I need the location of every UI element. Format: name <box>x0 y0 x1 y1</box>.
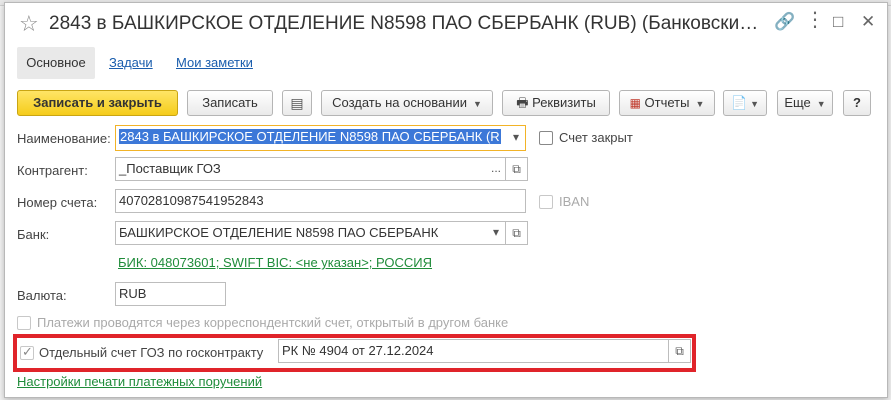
chevron-down-icon: ▼ <box>472 99 482 109</box>
bank-details-link[interactable]: БИК: 048073601; SWIFT BIC: <не указан>; … <box>118 255 432 270</box>
print-list-button[interactable]: ▤ <box>282 90 312 116</box>
requisites-label: Реквизиты <box>532 95 596 110</box>
currency-value: RUB <box>119 286 147 301</box>
open-counterparty-icon[interactable]: ⧉ <box>506 157 528 181</box>
chevron-down-icon: ▼ <box>816 99 826 109</box>
create-based-on-button[interactable]: Создать на основании ▼ <box>321 90 493 116</box>
name-label: Наименование: <box>17 131 111 146</box>
account-closed-checkbox[interactable] <box>539 131 553 145</box>
open-bank-icon[interactable]: ⧉ <box>506 221 528 245</box>
list-icon: ▤ <box>290 95 304 111</box>
window-title: 2843 в БАШКИРСКОЕ ОТДЕЛЕНИЕ N8598 ПАО СБ… <box>49 13 759 34</box>
printer-icon: 🖶 <box>516 95 529 110</box>
reports-button[interactable]: ▦ Отчеты ▼ <box>619 90 715 116</box>
window-restore-icon[interactable]: □ <box>833 13 843 30</box>
link-icon[interactable]: 🔗 <box>774 13 795 30</box>
select-dots-icon[interactable]: ... <box>487 158 505 180</box>
more-menu-icon[interactable]: ⋮ <box>805 10 825 30</box>
highlight-frame <box>13 334 696 372</box>
dropdown-arrow-icon[interactable]: ▾ <box>507 127 525 149</box>
correspondent-account-checkbox[interactable] <box>17 316 31 330</box>
tab-main[interactable]: Основное <box>17 47 95 79</box>
bank-input[interactable]: БАШКИРСКОЕ ОТДЕЛЕНИЕ N8598 ПАО СБЕРБАНК … <box>115 221 506 245</box>
more-button[interactable]: Еще ▼ <box>777 90 833 116</box>
chevron-down-icon: ▼ <box>695 99 705 109</box>
counterparty-input[interactable]: _Поставщик ГОЗ ... <box>115 157 506 181</box>
dropdown-arrow-icon[interactable]: ▾ <box>487 222 505 244</box>
title-bar: ☆ 2843 в БАШКИРСКОЕ ОТДЕЛЕНИЕ N8598 ПАО … <box>5 3 887 45</box>
bank-account-form-window: ☆ 2843 в БАШКИРСКОЕ ОТДЕЛЕНИЕ N8598 ПАО … <box>4 2 888 398</box>
counterparty-value: _Поставщик ГОЗ <box>119 161 221 176</box>
account-number-label: Номер счета: <box>17 195 98 210</box>
correspondent-account-label: Платежи проводятся через корреспондентск… <box>37 315 509 330</box>
account-number-input[interactable]: 40702810987541952843 <box>115 189 526 213</box>
iban-label: IBAN <box>559 194 590 209</box>
name-input[interactable]: 2843 в БАШКИРСКОЕ ОТДЕЛЕНИЕ N8598 ПАО СБ… <box>115 125 526 151</box>
more-label: Еще <box>784 95 811 110</box>
report-icon: ▦ <box>629 96 641 110</box>
attachments-button[interactable]: 📄 ▼ <box>723 90 767 116</box>
close-icon[interactable]: ✕ <box>861 13 875 30</box>
account-closed-label: Счет закрыт <box>559 130 633 145</box>
favorite-star-icon[interactable]: ☆ <box>19 13 39 35</box>
tab-tasks[interactable]: Задачи <box>109 47 153 79</box>
name-value: 2843 в БАШКИРСКОЕ ОТДЕЛЕНИЕ N8598 ПАО СБ… <box>119 129 501 144</box>
currency-input[interactable]: RUB <box>115 282 226 306</box>
tab-my-notes[interactable]: Мои заметки <box>176 47 253 79</box>
requisites-button[interactable]: 🖶 Реквизиты <box>502 90 610 116</box>
save-and-close-button[interactable]: Записать и закрыть <box>17 90 178 116</box>
currency-label: Валюта: <box>17 288 67 303</box>
counterparty-label: Контрагент: <box>17 163 88 178</box>
bank-value: БАШКИРСКОЕ ОТДЕЛЕНИЕ N8598 ПАО СБЕРБАНК <box>119 225 439 240</box>
reports-label: Отчеты <box>644 95 690 110</box>
payment-print-settings-link[interactable]: Настройки печати платежных поручений <box>17 374 262 389</box>
help-button[interactable]: ? <box>843 90 871 116</box>
save-button[interactable]: Записать <box>187 90 273 116</box>
bank-label: Банк: <box>17 227 50 242</box>
chevron-down-icon: ▼ <box>750 99 760 109</box>
iban-checkbox[interactable] <box>539 195 553 209</box>
create-based-on-label: Создать на основании <box>332 95 467 110</box>
account-number-value: 40702810987541952843 <box>119 193 264 208</box>
document-clip-icon: 📄 <box>730 95 748 110</box>
